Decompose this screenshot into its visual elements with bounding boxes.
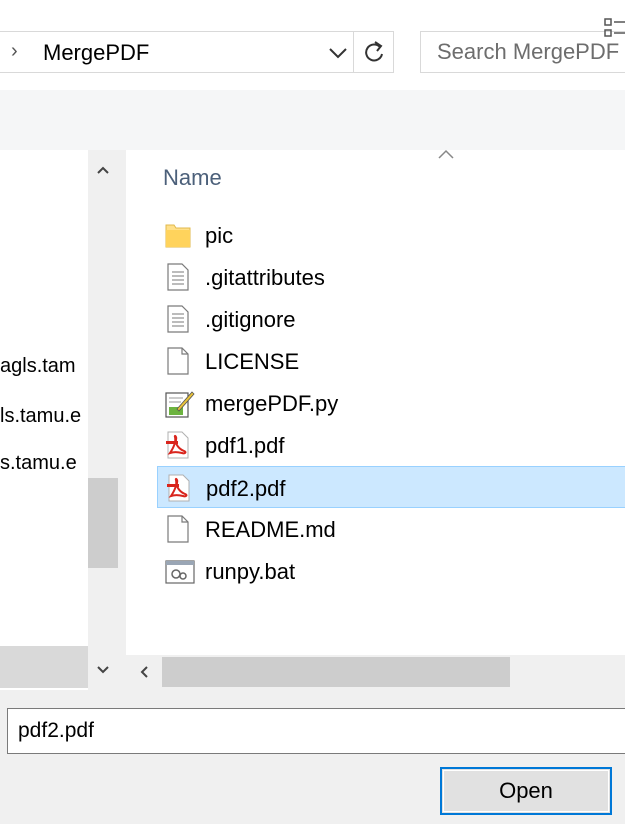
view-options-icon[interactable] xyxy=(604,16,625,42)
sort-ascending-icon xyxy=(437,147,455,159)
file-row-gitattributes[interactable]: .gitattributes xyxy=(157,256,625,298)
python-file-icon xyxy=(165,389,195,418)
column-header-name[interactable]: Name xyxy=(163,165,222,191)
breadcrumb-current-folder[interactable]: MergePDF xyxy=(43,40,149,66)
address-divider xyxy=(353,32,354,72)
file-name: pdf1.pdf xyxy=(205,433,285,458)
nav-item[interactable]: agls.tam xyxy=(0,355,88,378)
nav-item[interactable]: ls.tamu.e xyxy=(0,405,88,428)
file-name: .gitattributes xyxy=(205,265,325,290)
scroll-left-icon[interactable] xyxy=(132,660,156,684)
nav-scrollbar-thumb[interactable] xyxy=(88,478,118,568)
search-input[interactable] xyxy=(437,38,625,66)
text-file-icon xyxy=(165,305,191,333)
file-row-pdf1[interactable]: pdf1.pdf xyxy=(157,424,625,466)
scroll-down-icon[interactable] xyxy=(88,658,118,682)
blank-file-icon xyxy=(165,515,191,543)
file-row-runpy-bat[interactable]: runpy.bat xyxy=(157,550,625,592)
file-name: pdf2.pdf xyxy=(206,476,286,501)
file-name: .gitignore xyxy=(205,307,296,332)
open-button[interactable]: Open xyxy=(440,767,612,815)
command-bar xyxy=(0,90,625,151)
file-row-mergepdf-py[interactable]: mergePDF.py xyxy=(157,382,625,424)
horizontal-scrollbar-thumb[interactable] xyxy=(162,657,510,687)
file-name: LICENSE xyxy=(205,349,300,374)
breadcrumb-separator[interactable]: › xyxy=(11,40,18,63)
search-box[interactable] xyxy=(420,31,625,73)
file-name: pic xyxy=(205,223,234,248)
nav-scrollbar[interactable] xyxy=(88,150,122,690)
file-row-gitignore[interactable]: .gitignore xyxy=(157,298,625,340)
file-row-pic[interactable]: pic xyxy=(157,214,625,256)
nav-item[interactable]: s.tamu.e xyxy=(0,452,88,475)
batch-file-icon xyxy=(165,557,195,585)
file-row-license[interactable]: LICENSE xyxy=(157,340,625,382)
file-row-pdf2-selected[interactable]: pdf2.pdf xyxy=(157,466,625,508)
file-row-readme[interactable]: README.md xyxy=(157,508,625,550)
folder-icon xyxy=(165,221,191,249)
text-file-icon xyxy=(165,263,191,291)
scroll-up-icon[interactable] xyxy=(88,158,118,182)
blank-file-icon xyxy=(165,347,191,375)
file-name: runpy.bat xyxy=(205,559,296,584)
file-name: mergePDF.py xyxy=(205,391,339,416)
nav-item-selected[interactable] xyxy=(0,646,88,688)
pdf-file-icon xyxy=(165,431,191,459)
pane-divider[interactable] xyxy=(122,150,126,690)
navigation-pane: agls.tam ls.tamu.e s.tamu.e xyxy=(0,150,88,690)
refresh-icon[interactable] xyxy=(355,32,393,72)
chevron-down-icon[interactable] xyxy=(324,36,352,68)
address-box[interactable]: › MergePDF xyxy=(0,31,394,73)
file-name: README.md xyxy=(205,517,336,542)
file-name-input[interactable] xyxy=(7,708,625,754)
pdf-file-icon xyxy=(166,474,192,502)
